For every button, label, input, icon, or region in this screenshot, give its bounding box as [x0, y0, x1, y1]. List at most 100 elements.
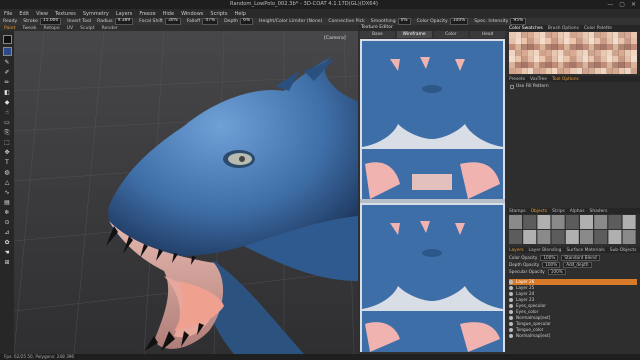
maximize-button[interactable]: ▢ — [619, 1, 625, 8]
gradient-icon[interactable]: ▤ — [3, 199, 12, 206]
fill-icon[interactable]: ◧ — [3, 89, 12, 96]
use-fill-pattern-option[interactable]: Use Fill Pattern — [510, 84, 549, 89]
tab-uv[interactable]: UV — [67, 26, 74, 31]
smudge-icon[interactable]: ☝ — [3, 109, 12, 116]
prop-value[interactable]: 100% — [547, 268, 566, 275]
visibility-icon[interactable] — [509, 285, 513, 290]
tab-render[interactable]: Render — [102, 26, 118, 31]
spec-intensity-option[interactable]: Spec. Intensity 95% — [474, 18, 527, 25]
menu-symmetry[interactable]: Symmetry — [83, 11, 109, 17]
depth-option[interactable]: Depth 6% — [224, 18, 254, 25]
menu-help[interactable]: Help — [235, 11, 246, 17]
tab-layers[interactable]: Layers — [509, 248, 524, 253]
tab-surface-materials[interactable]: Surface Materials — [566, 248, 604, 253]
tab-presets[interactable]: Presets — [509, 77, 525, 82]
butterfly-icon[interactable]: ✿ — [3, 239, 12, 246]
menu-textures[interactable]: Textures — [55, 11, 76, 17]
shape-icon[interactable]: △ — [3, 179, 12, 186]
layer-item[interactable]: Layer 24 — [509, 291, 637, 297]
visibility-icon[interactable] — [509, 309, 513, 314]
tab-head[interactable]: Head — [470, 31, 505, 38]
layer-item[interactable]: Layer 26 — [509, 279, 637, 285]
smoothing-option[interactable]: Smoothing 0% — [371, 18, 411, 25]
text-icon[interactable]: T — [3, 159, 12, 166]
radius-field[interactable]: 9.389 — [114, 18, 134, 25]
menu-freeze[interactable]: Freeze — [139, 11, 155, 17]
radius-option[interactable]: Radius 9.389 — [97, 18, 134, 25]
layer-item[interactable]: Eyes_specular — [509, 303, 637, 309]
visibility-icon[interactable] — [509, 297, 513, 302]
tab-wireframe[interactable]: Wireframe — [396, 31, 432, 38]
visibility-icon[interactable] — [509, 291, 513, 296]
layer-item[interactable]: Eyes_color — [509, 309, 637, 315]
tab-strips[interactable]: Strips — [552, 209, 565, 214]
tab-sub-objects[interactable]: Sub-Objects — [610, 248, 637, 253]
freeze-icon[interactable]: ❄ — [3, 209, 12, 216]
tab-objects[interactable]: Objects — [531, 209, 548, 214]
prop-value[interactable]: 100% — [540, 254, 559, 261]
tab-sculpt[interactable]: Sculpt — [80, 26, 94, 31]
blend-mode-dropdown[interactable]: Standard Blend — [561, 254, 600, 261]
layer-item[interactable]: Layer 25 — [509, 285, 637, 291]
visibility-icon[interactable] — [509, 333, 513, 338]
visibility-icon[interactable] — [509, 279, 513, 284]
depth-opacity-row[interactable]: Depth Opacity 100% Add_depth — [509, 261, 637, 268]
checkbox-icon[interactable] — [510, 84, 514, 89]
smoothing-field[interactable]: 0% — [397, 18, 411, 25]
prop-value[interactable]: 100% — [542, 261, 561, 268]
layer-item[interactable]: Tongue_color — [509, 327, 637, 333]
primary-color-swatch[interactable] — [2, 35, 12, 44]
tab-color[interactable]: Color — [433, 31, 469, 38]
color-swatch-grid[interactable] — [509, 32, 638, 74]
select-icon[interactable]: ⬚ — [3, 139, 12, 146]
tab-tweak[interactable]: Tweak — [22, 26, 36, 31]
visibility-icon[interactable] — [509, 321, 513, 326]
measure-icon[interactable]: ⊿ — [3, 229, 12, 236]
clone-icon[interactable]: ⎘ — [3, 129, 12, 136]
3d-viewport[interactable]: [Camera] — [14, 31, 358, 354]
tab-layer-blending[interactable]: Layer Blending — [529, 248, 562, 253]
tab-stamps[interactable]: Stamps — [509, 209, 526, 214]
layer-item[interactable]: Normalmap[ext] — [509, 333, 637, 339]
menu-windows[interactable]: Windows — [181, 11, 203, 17]
grid-icon[interactable]: ⊞ — [3, 259, 12, 266]
brush-icon[interactable]: ✎ — [3, 59, 12, 66]
menu-scripts[interactable]: Scripts — [210, 11, 227, 17]
minimize-button[interactable]: — — [607, 1, 613, 8]
menu-file[interactable]: File — [4, 11, 12, 17]
visibility-icon[interactable] — [509, 315, 513, 320]
menu-hide[interactable]: Hide — [163, 11, 174, 17]
menu-view[interactable]: View — [36, 11, 48, 17]
depth-field[interactable]: 6% — [240, 18, 254, 25]
tab-voxtree[interactable]: VoxTree — [530, 77, 547, 82]
color-opacity-field[interactable]: 100% — [449, 18, 469, 25]
tab-color-palette[interactable]: Color Palette — [584, 26, 612, 31]
tab-base[interactable]: Base — [360, 31, 395, 38]
tab-color-swatches[interactable]: Color Swatches — [509, 26, 543, 31]
tab-paint[interactable]: Paint — [4, 26, 15, 31]
depth-mode-dropdown[interactable]: Add_depth — [563, 261, 592, 268]
color-opacity-row[interactable]: Color Opacity 100% Standard Blend — [509, 254, 637, 261]
uv-texture-canvas[interactable] — [360, 39, 505, 352]
focal-shift-field[interactable]: 30% — [164, 18, 181, 25]
path-icon[interactable]: ∿ — [3, 189, 12, 196]
menu-layers[interactable]: Layers — [116, 11, 133, 17]
stamp-thumbnails[interactable] — [509, 215, 638, 245]
eraser-icon[interactable]: ▭ — [3, 119, 12, 126]
visibility-icon[interactable] — [509, 303, 513, 308]
height-color-limiter-dropdown[interactable]: Height/Color Limiter (None) — [259, 19, 322, 24]
tab-alphas[interactable]: Alphas — [570, 209, 585, 214]
specular-opacity-row[interactable]: Specular Opacity 100% — [509, 268, 637, 275]
menu-edit[interactable]: Edit — [19, 11, 29, 17]
color-opacity-option[interactable]: Color Opacity 100% — [417, 18, 469, 25]
tab-tool-options[interactable]: Tool Options — [552, 77, 579, 82]
tab-brush-options[interactable]: Brush Options — [548, 26, 579, 31]
visibility-icon[interactable] — [509, 327, 513, 332]
focal-shift-option[interactable]: Focal Shift 30% — [139, 18, 181, 25]
layer-item[interactable]: Normalmap[ext] — [509, 315, 637, 321]
tab-shaders[interactable]: Shaders — [590, 209, 608, 214]
secondary-color-swatch[interactable] — [2, 47, 12, 56]
picker-icon[interactable]: ⊙ — [3, 219, 12, 226]
falloff-field[interactable]: 47% — [202, 18, 219, 25]
stamp-icon[interactable]: ◆ — [3, 99, 12, 106]
